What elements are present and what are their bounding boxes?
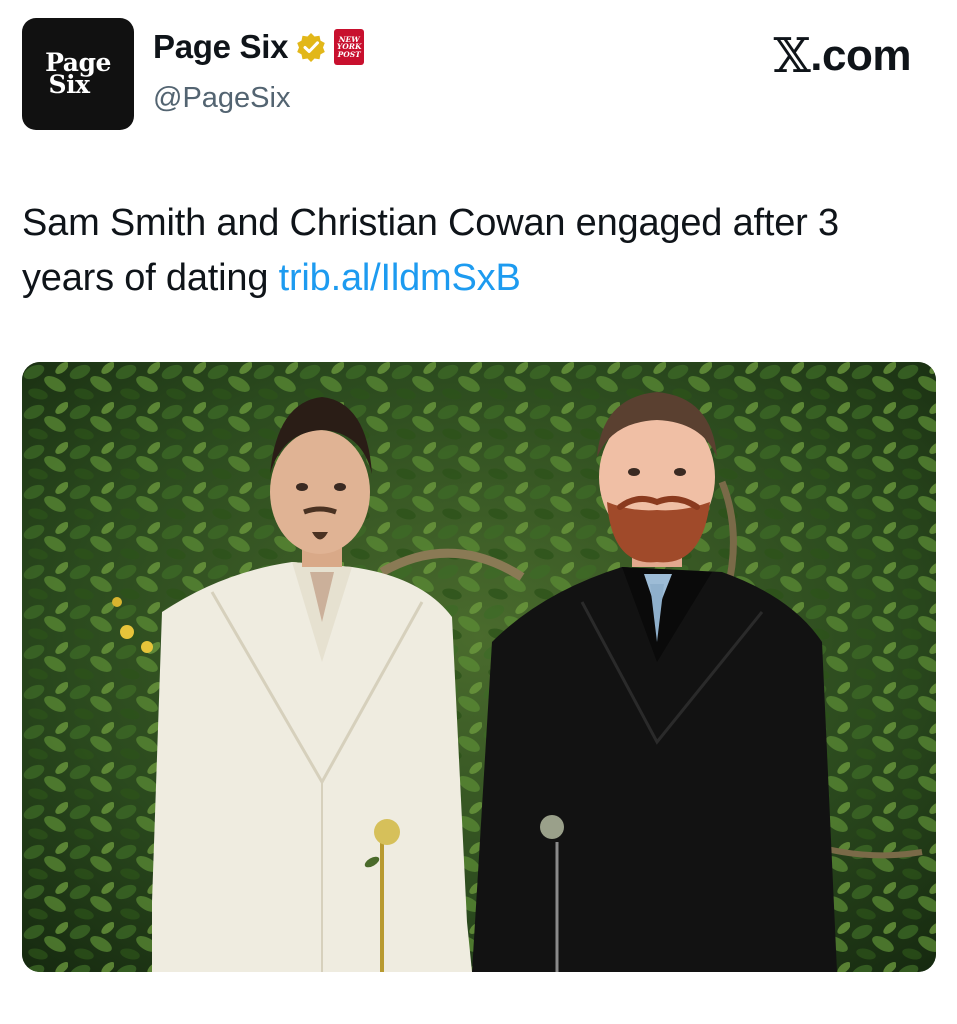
avatar-text-line2: Six [48, 70, 90, 99]
photo-illustration [22, 362, 936, 972]
tweet-photo[interactable] [22, 362, 936, 972]
source-label: 𝕏 .com [773, 28, 912, 84]
source-domain: .com [810, 31, 911, 80]
display-name[interactable]: Page Six [153, 28, 288, 66]
nyp-badge-line3: POST [337, 49, 361, 59]
new-york-post-badge-icon: NEW YORK POST [334, 29, 365, 65]
account-name-row: Page Six NEW YORK POST [153, 28, 365, 66]
verified-badge-icon [296, 32, 326, 62]
account-handle[interactable]: @PageSix [153, 82, 290, 115]
tweet-link[interactable]: trib.al/IldmSxB [279, 257, 521, 299]
x-logo-icon: 𝕏 [773, 28, 811, 84]
tweet-text: Sam Smith and Christian Cowan engaged af… [22, 196, 932, 306]
profile-avatar[interactable]: Page Six [22, 18, 134, 130]
